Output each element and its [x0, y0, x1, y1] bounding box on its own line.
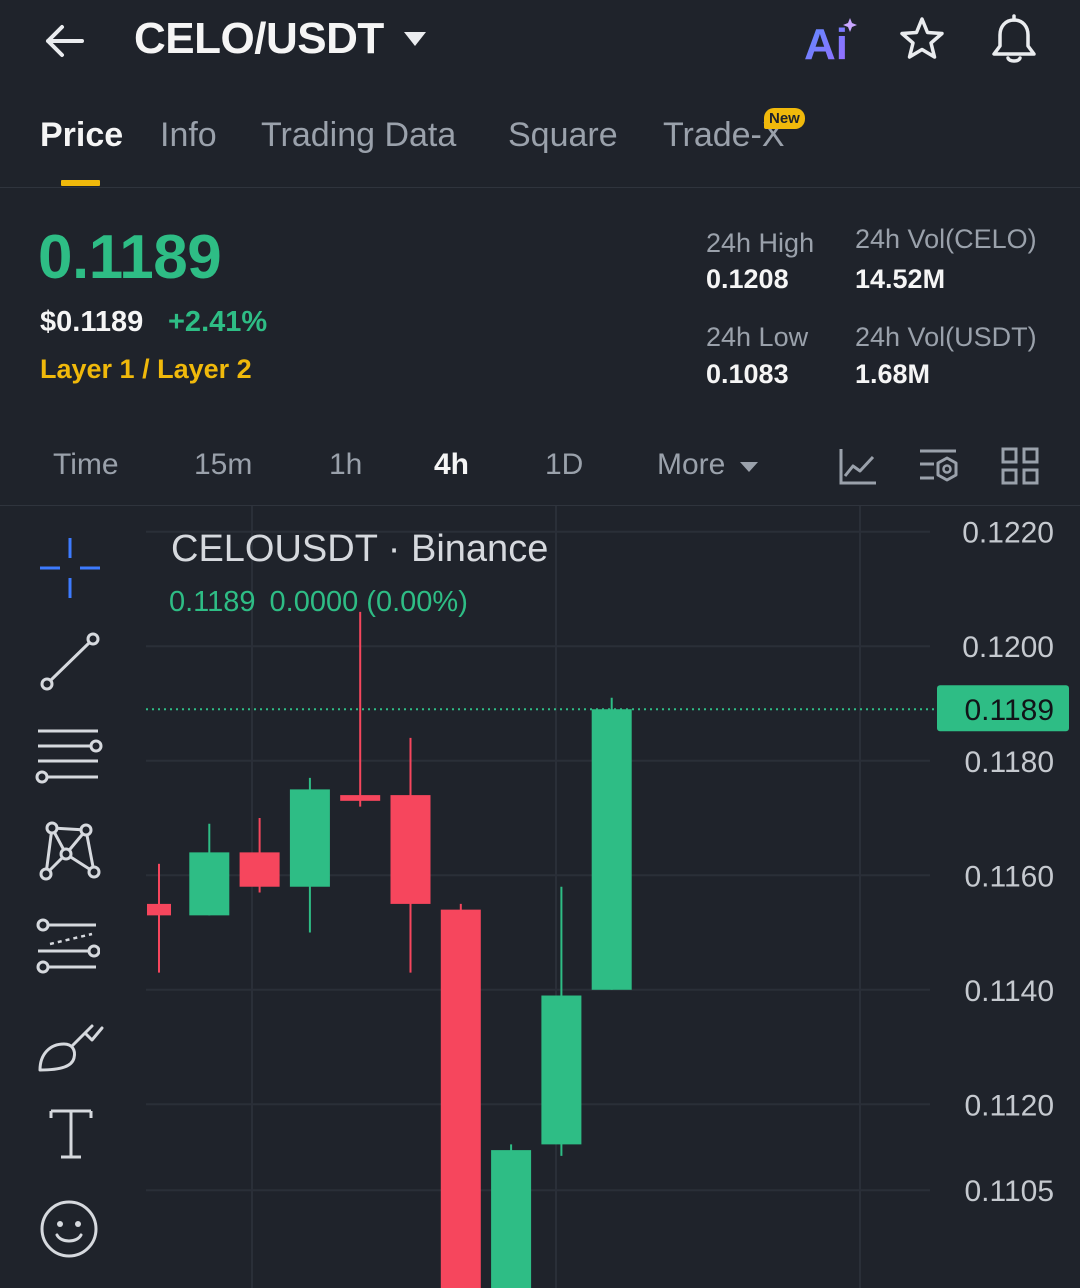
chart-area[interactable]: 0.1189 0.1220 0.1200 0.1180 0.1160 0.1140 0.1…: [0, 506, 1080, 1288]
y-tick-label: 0.1120: [964, 1089, 1054, 1122]
candle: [147, 863, 171, 973]
candle-body: [541, 995, 582, 1145]
candle: [390, 737, 431, 973]
y-tick-label: 0.1160: [964, 860, 1054, 893]
interval-15m[interactable]: 15m: [194, 448, 252, 482]
candle: [591, 697, 632, 990]
ohlc-change: 0.0000 (0.00%): [269, 586, 468, 618]
interval-bar: Time 15m 1h 4h 1D More: [0, 430, 1080, 506]
text-icon[interactable]: [48, 1108, 94, 1160]
ai-icon[interactable]: Ai: [804, 16, 864, 69]
y-tick-label: 0.1105: [964, 1175, 1054, 1208]
header-bar: CELO/USDT Ai: [0, 0, 1080, 84]
y-tick-label: 0.1140: [964, 975, 1054, 1008]
y-tick-label: 0.1180: [964, 746, 1054, 779]
interval-more[interactable]: More: [657, 448, 725, 482]
vol-base-value: 14.52M: [855, 264, 946, 294]
y-tick-label: 0.1200: [962, 631, 1054, 664]
section-tabs: Price Info Trading Data Square Trade-X: [0, 100, 1080, 188]
interval-1h[interactable]: 1h: [329, 448, 362, 482]
pattern-icon[interactable]: [36, 820, 102, 882]
brush-icon[interactable]: [36, 1014, 106, 1076]
grid-layout-icon[interactable]: [1000, 446, 1040, 486]
chevron-down-icon[interactable]: [402, 30, 428, 48]
usd-price: $0.1189: [40, 306, 144, 338]
candle-body: [591, 709, 632, 990]
candle: [239, 818, 280, 893]
bell-icon[interactable]: [986, 12, 1042, 68]
active-tab-indicator: [61, 180, 100, 186]
chart-symbol-label: CELOUSDT · Binance: [171, 528, 549, 570]
tab-price[interactable]: Price: [40, 116, 123, 155]
candle-body: [147, 903, 171, 916]
candle: [491, 1144, 532, 1288]
candle-body: [239, 852, 280, 887]
ohlc-price: 0.1189: [169, 586, 256, 618]
tab-square[interactable]: Square: [508, 116, 618, 155]
emoji-icon[interactable]: [38, 1198, 100, 1260]
fib-retracement-icon[interactable]: [34, 916, 101, 976]
ohlc-readout: 0.1189 0.0000 (0.00%): [169, 586, 482, 619]
interval-4h[interactable]: 4h: [434, 448, 469, 482]
trend-line-icon[interactable]: [38, 632, 102, 692]
interval-time[interactable]: Time: [53, 448, 119, 482]
star-icon[interactable]: [896, 14, 948, 66]
candlestick-chart[interactable]: 0.1189 0.12200.12000.11800.11600.11400.1…: [0, 506, 1080, 1288]
candle-body: [189, 852, 230, 916]
high-value: 0.1208: [706, 264, 789, 294]
indicator-settings-icon[interactable]: [918, 446, 960, 486]
new-badge: New: [764, 108, 805, 129]
low-label: 24h Low: [706, 322, 809, 352]
line-chart-icon[interactable]: [838, 446, 878, 486]
candle-body: [289, 789, 330, 887]
candle: [440, 903, 481, 1288]
candle: [289, 777, 330, 933]
tab-info[interactable]: Info: [160, 116, 217, 155]
high-label: 24h High: [706, 228, 815, 258]
candle: [541, 886, 582, 1156]
candle-body: [340, 795, 381, 801]
interval-1d[interactable]: 1D: [545, 448, 583, 482]
pair-title[interactable]: CELO/USDT: [134, 14, 384, 64]
price-axis: 0.1220 0.1200 0.1180 0.1160 0.1140 0.1120 0.11…: [962, 517, 1054, 1208]
ai-label: Ai: [804, 20, 848, 68]
price-change-percent: +2.41%: [168, 306, 268, 338]
last-price-tag-label: 0.1189: [964, 694, 1054, 727]
vol-quote-value: 1.68M: [855, 359, 931, 389]
candles: [147, 611, 632, 1288]
vol-quote-label: 24h Vol(USDT): [855, 322, 1037, 352]
chart-grid: [146, 506, 930, 1288]
y-tick-label: 0.1220: [962, 517, 1054, 550]
chevron-down-icon[interactable]: [739, 460, 759, 472]
candle: [189, 823, 230, 916]
horizontal-lines-icon[interactable]: [34, 726, 104, 786]
candle-body: [390, 795, 431, 904]
low-value: 0.1083: [706, 359, 789, 389]
back-arrow-icon[interactable]: [38, 18, 94, 64]
candle-body: [440, 909, 481, 1288]
sector-tag[interactable]: Layer 1 / Layer 2: [40, 354, 252, 385]
candle-body: [491, 1150, 532, 1288]
crosshair-icon[interactable]: [38, 536, 102, 600]
vol-base-label: 24h Vol(CELO): [855, 224, 1037, 254]
tab-trading-data[interactable]: Trading Data: [261, 116, 456, 155]
last-price: 0.1189: [38, 223, 222, 292]
